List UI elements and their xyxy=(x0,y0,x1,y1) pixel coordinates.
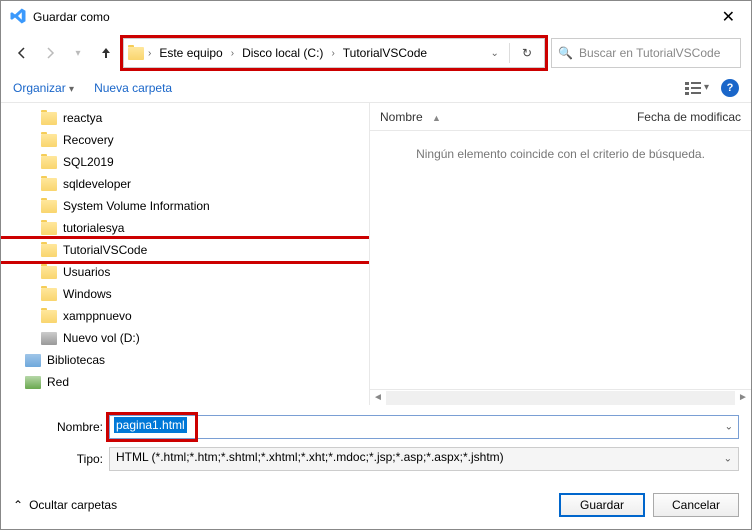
vscode-icon xyxy=(9,7,27,28)
chevron-down-icon[interactable]: ⌄ xyxy=(724,454,732,465)
up-button[interactable] xyxy=(95,42,117,64)
save-button[interactable]: Guardar xyxy=(559,493,645,517)
search-placeholder: Buscar en TutorialVSCode xyxy=(579,46,720,60)
filetype-label: Tipo: xyxy=(13,452,103,466)
tree-item-label: Windows xyxy=(63,287,112,301)
folder-icon xyxy=(41,134,57,147)
tree-item[interactable]: sqldeveloper xyxy=(31,173,369,195)
tree-item[interactable]: TutorialVSCode xyxy=(1,239,369,261)
chevron-up-icon: ⌃ xyxy=(13,498,23,512)
hide-folders-button[interactable]: ⌃ Ocultar carpetas xyxy=(13,498,117,512)
folder-icon xyxy=(128,47,144,60)
breadcrumb-segment[interactable]: TutorialVSCode xyxy=(339,44,431,62)
forward-button[interactable] xyxy=(39,42,61,64)
save-form: Nombre: pagina1.html ⌄ Tipo: HTML (*.htm… xyxy=(1,405,751,471)
breadcrumb-segment[interactable]: Este equipo xyxy=(155,44,226,62)
tree-item[interactable]: Bibliotecas xyxy=(15,349,369,371)
tree-item[interactable]: Usuarios xyxy=(31,261,369,283)
tree-item-label: System Volume Information xyxy=(63,199,210,213)
chevron-right-icon: › xyxy=(331,48,334,59)
tree-item[interactable]: Recovery xyxy=(31,129,369,151)
column-date[interactable]: Fecha de modificac xyxy=(637,110,741,124)
back-button[interactable] xyxy=(11,42,33,64)
refresh-button[interactable]: ↻ xyxy=(514,46,540,60)
tree-item[interactable]: reactya xyxy=(31,107,369,129)
tree-item-label: xamppnuevo xyxy=(63,309,132,323)
file-list-header: Nombre ▲ Fecha de modificac xyxy=(370,103,751,131)
view-options-button[interactable]: ▾ xyxy=(685,81,709,95)
folder-icon xyxy=(41,112,57,125)
search-icon: 🔍 xyxy=(558,46,573,60)
nav-row: ▾ › Este equipo › Disco local (C:) › Tut… xyxy=(1,33,751,73)
chevron-down-icon: ▾ xyxy=(69,84,74,95)
tree-item-label: reactya xyxy=(63,111,102,125)
tree-item[interactable]: SQL2019 xyxy=(31,151,369,173)
tree-item[interactable]: tutorialesya xyxy=(31,217,369,239)
folder-icon xyxy=(41,244,57,257)
toolbar: Organizar ▾ Nueva carpeta ▾ ? xyxy=(1,73,751,103)
tree-item-label: Nuevo vol (D:) xyxy=(63,331,140,345)
folder-tree[interactable]: reactya Recovery SQL2019 sqldeveloper System… xyxy=(1,103,369,405)
tree-item[interactable]: System Volume Information xyxy=(31,195,369,217)
folder-icon xyxy=(41,200,57,213)
address-dropdown[interactable]: ⌄ xyxy=(485,48,505,59)
main-area: reactya Recovery SQL2019 sqldeveloper System… xyxy=(1,103,751,405)
tree-item[interactable]: Windows xyxy=(31,283,369,305)
tree-item[interactable]: Red xyxy=(15,371,369,393)
filename-value: pagina1.html xyxy=(114,417,187,433)
folder-icon xyxy=(41,178,57,191)
sort-asc-icon: ▲ xyxy=(432,113,441,123)
tree-item-label: Red xyxy=(47,375,69,389)
cancel-button[interactable]: Cancelar xyxy=(653,493,739,517)
folder-icon xyxy=(41,288,57,301)
tree-item-label: TutorialVSCode xyxy=(63,243,147,257)
scroll-track[interactable] xyxy=(386,391,735,405)
search-input[interactable]: 🔍 Buscar en TutorialVSCode xyxy=(551,38,741,68)
tree-item-label: sqldeveloper xyxy=(63,177,131,191)
chevron-down-icon: ▾ xyxy=(704,82,709,93)
net-icon xyxy=(25,376,41,389)
lib-icon xyxy=(25,354,41,367)
separator xyxy=(509,43,510,63)
chevron-right-icon: › xyxy=(231,48,234,59)
title-bar: Guardar como ✕ xyxy=(1,1,751,33)
tree-item[interactable]: Nuevo vol (D:) xyxy=(31,327,369,349)
window-title: Guardar como xyxy=(33,10,714,24)
column-name[interactable]: Nombre ▲ xyxy=(380,110,637,124)
filetype-value: HTML (*.html;*.htm;*.shtml;*.xhtml;*.xht… xyxy=(116,450,504,464)
address-bar[interactable]: › Este equipo › Disco local (C:) › Tutor… xyxy=(123,38,545,68)
folder-icon xyxy=(41,266,57,279)
folder-icon xyxy=(41,310,57,323)
chevron-right-icon: › xyxy=(148,48,151,59)
footer: ⌃ Ocultar carpetas Guardar Cancelar xyxy=(1,479,751,531)
tree-item-label: Recovery xyxy=(63,133,114,147)
tree-item[interactable]: xamppnuevo xyxy=(31,305,369,327)
horizontal-scrollbar[interactable]: ◄ ► xyxy=(370,389,751,405)
new-folder-button[interactable]: Nueva carpeta xyxy=(94,81,172,95)
scroll-left-icon[interactable]: ◄ xyxy=(370,392,386,403)
chevron-down-icon[interactable]: ⌄ xyxy=(725,422,733,433)
tree-item-label: SQL2019 xyxy=(63,155,114,169)
folder-icon xyxy=(41,156,57,169)
filename-label: Nombre: xyxy=(13,420,103,434)
organize-menu[interactable]: Organizar ▾ xyxy=(13,81,74,95)
tree-item-label: Usuarios xyxy=(63,265,110,279)
filetype-select[interactable]: HTML (*.html;*.htm;*.shtml;*.xhtml;*.xht… xyxy=(109,447,739,471)
file-list-pane: Nombre ▲ Fecha de modificac Ningún eleme… xyxy=(369,103,751,405)
filename-input[interactable]: pagina1.html xyxy=(109,415,739,439)
tree-item-label: Bibliotecas xyxy=(47,353,105,367)
folder-icon xyxy=(41,222,57,235)
hdd-icon xyxy=(41,332,57,345)
empty-message: Ningún elemento coincide con el criterio… xyxy=(370,131,751,389)
tree-item-label: tutorialesya xyxy=(63,221,124,235)
close-button[interactable]: ✕ xyxy=(714,7,743,27)
help-button[interactable]: ? xyxy=(721,79,739,97)
recent-dropdown[interactable]: ▾ xyxy=(67,42,89,64)
scroll-right-icon[interactable]: ► xyxy=(735,392,751,403)
breadcrumb-segment[interactable]: Disco local (C:) xyxy=(238,44,327,62)
